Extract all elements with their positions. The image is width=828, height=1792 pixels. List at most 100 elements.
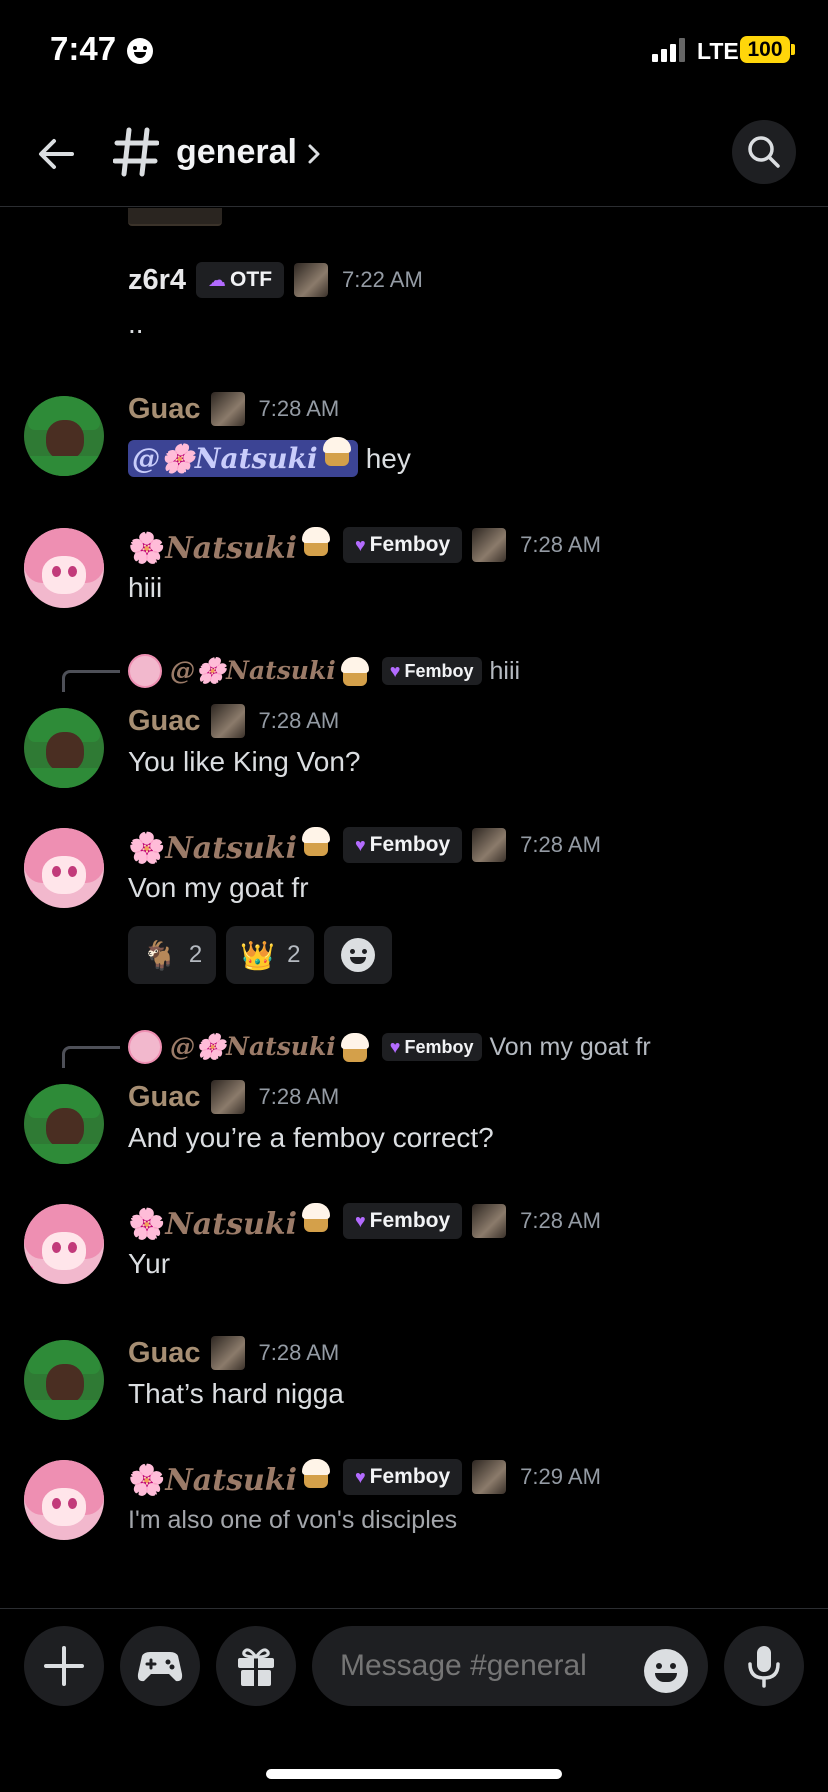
chevron-right-icon[interactable] [304, 142, 324, 166]
username[interactable]: Guac [128, 1081, 201, 1114]
composer-bar [0, 1608, 828, 1792]
reaction-count: 2 [188, 941, 203, 968]
hash-icon [113, 127, 159, 177]
gamepad-icon [137, 1652, 183, 1682]
message-text[interactable]: hiii [128, 572, 162, 604]
message-text[interactable]: And you’re a femboy correct? [128, 1122, 494, 1154]
message-header: Guac 7:28 AM [128, 392, 339, 426]
heart-icon: ♥ [354, 1466, 366, 1487]
username[interactable]: Guac [128, 1337, 201, 1370]
message-header: Guac 7:28 AM [128, 1336, 339, 1370]
username[interactable]: 🌸Natsuki [128, 1456, 333, 1498]
message-text[interactable]: I'm also one of von's disciples [128, 1506, 457, 1535]
role-icon [472, 1460, 507, 1494]
image-attachment[interactable] [128, 208, 222, 226]
message-text[interactable]: Yur [128, 1248, 170, 1280]
status-bar: 7:47 LTE 100 [0, 0, 828, 100]
avatar[interactable] [24, 1084, 104, 1164]
username[interactable]: 🌸Natsuki [128, 1200, 333, 1242]
message-header: z6r4 ☁ OTF 7:22 AM [128, 262, 423, 298]
gift-icon [238, 1648, 274, 1686]
tag-label: Femboy [369, 1465, 451, 1488]
cupcake-emoji [338, 1030, 372, 1064]
role-icon [210, 704, 245, 738]
role-icon [210, 1336, 245, 1370]
timestamp: 7:28 AM [258, 1340, 340, 1365]
back-arrow-icon[interactable] [32, 130, 80, 178]
avatar[interactable] [24, 1340, 104, 1420]
reaction-crown[interactable]: 👑 2 [226, 926, 315, 984]
timestamp: 7:28 AM [258, 1084, 340, 1109]
guild-tag: ♥ Femboy [381, 657, 482, 685]
username[interactable]: 🌸Natsuki [128, 824, 333, 866]
message-text[interactable]: You like King Von? [128, 746, 361, 778]
message-text[interactable]: That’s hard nigga [128, 1378, 344, 1410]
tag-label: OTF [230, 268, 273, 291]
reaction-bar: 🐐 2 👑 2 [128, 926, 393, 984]
reply-avatar [128, 654, 162, 688]
activities-button[interactable] [120, 1626, 200, 1706]
timestamp: 7:28 AM [520, 532, 601, 557]
guild-tag[interactable]: ♥ Femboy [342, 1459, 463, 1495]
avatar[interactable]: ♥ [24, 828, 104, 908]
home-indicator[interactable] [266, 1769, 562, 1779]
heart-icon: ♥ [354, 834, 366, 855]
tag-label: Femboy [369, 833, 451, 856]
search-button[interactable] [732, 120, 796, 184]
add-reaction-button[interactable] [324, 926, 393, 984]
reply-username: @🌸Natsuki [170, 1032, 336, 1061]
guild-tag[interactable]: ☁ OTF [196, 262, 285, 298]
goat-emoji: 🐐 [142, 939, 177, 971]
role-icon [472, 828, 507, 862]
user-mention[interactable]: @🌸Natsuki [128, 437, 358, 477]
reply-connector [62, 670, 120, 692]
role-icon [210, 1080, 245, 1114]
guild-tag[interactable]: ♥ Femboy [342, 1203, 463, 1239]
message-text[interactable]: Von my goat fr [128, 872, 309, 904]
reply-preview[interactable]: @🌸Natsuki ♥ Femboy hiii [128, 654, 520, 688]
status-time: 7:47 [50, 30, 117, 67]
reply-text: Von my goat fr [489, 1032, 651, 1061]
message-header: 🌸Natsuki ♥ Femboy 7:28 AM [128, 1200, 601, 1242]
attach-button[interactable] [24, 1626, 104, 1706]
tag-label: Femboy [369, 1209, 451, 1232]
username[interactable]: Guac [128, 393, 201, 426]
message-header: 🌸Natsuki ♥ Femboy 7:29 AM [128, 1456, 601, 1498]
timestamp: 7:28 AM [520, 832, 601, 857]
username[interactable]: z6r4 [128, 264, 186, 297]
crown-emoji: 👑 [240, 939, 276, 971]
avatar[interactable] [24, 708, 104, 788]
message-text[interactable]: @🌸Natsuki hey [128, 434, 411, 477]
timestamp: 7:28 AM [258, 708, 340, 733]
timestamp: 7:22 AM [342, 267, 423, 292]
emoji-icon[interactable] [644, 1649, 688, 1693]
avatar[interactable]: ♥ [24, 1460, 104, 1540]
message-header: Guac 7:28 AM [128, 1080, 339, 1114]
voice-message-button[interactable] [724, 1626, 804, 1706]
microphone-icon [748, 1646, 780, 1688]
network-label: LTE [697, 38, 739, 64]
reply-avatar [128, 1030, 162, 1064]
avatar[interactable]: ♥ [24, 1204, 104, 1284]
role-icon [210, 392, 245, 426]
reply-text: hiii [489, 656, 521, 685]
battery-indicator: 100 [740, 36, 790, 63]
guild-tag[interactable]: ♥ Femboy [342, 827, 463, 863]
search-icon [748, 136, 780, 168]
reaction-goat[interactable]: 🐐 2 [128, 926, 217, 984]
guild-tag[interactable]: ♥ Femboy [342, 527, 463, 563]
message-text[interactable]: .. [128, 308, 144, 340]
username[interactable]: Guac [128, 705, 201, 738]
timestamp: 7:29 AM [520, 1464, 601, 1489]
role-icon [472, 528, 507, 562]
reply-preview[interactable]: @🌸Natsuki ♥ Femboy Von my goat fr [128, 1030, 651, 1064]
channel-title[interactable]: general [176, 133, 297, 172]
message-list[interactable]: z6r4 ☁ OTF 7:22 AM .. Guac 7:28 AM @🌸Nats… [0, 208, 828, 1608]
avatar[interactable] [24, 396, 104, 476]
reaction-count: 2 [287, 941, 301, 968]
username[interactable]: 🌸Natsuki [128, 524, 333, 566]
gift-button[interactable] [216, 1626, 296, 1706]
avatar[interactable]: ♥ [24, 528, 104, 608]
timestamp: 7:28 AM [258, 396, 340, 421]
role-icon [294, 263, 329, 297]
